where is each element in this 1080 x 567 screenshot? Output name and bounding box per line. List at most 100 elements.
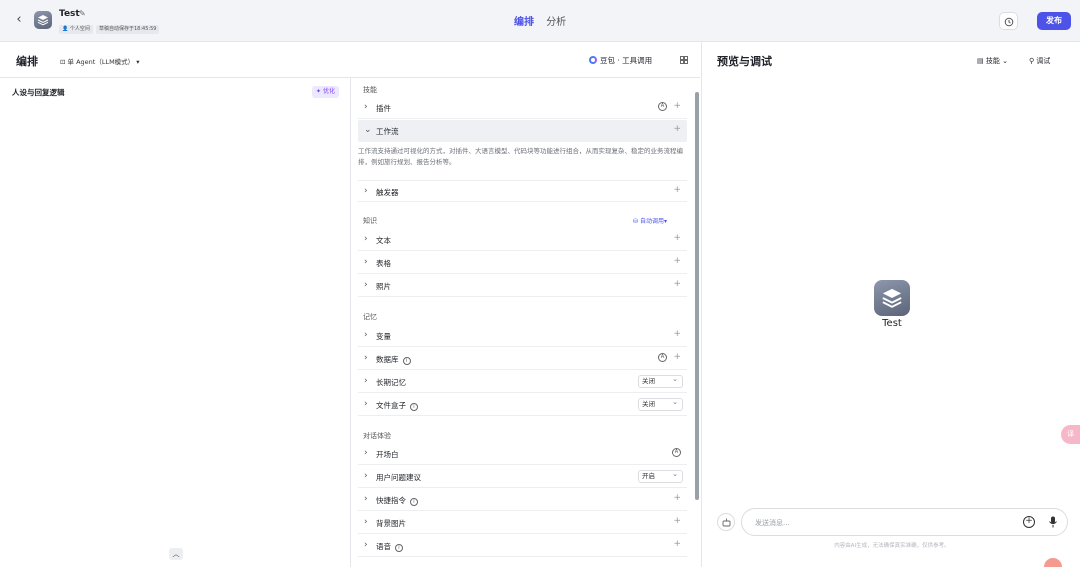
row-label: 快捷指令 i — [376, 495, 418, 506]
chevron-right-icon: › — [364, 330, 368, 340]
suggest-select[interactable]: 开启 — [638, 469, 683, 483]
row-long-memory[interactable]: › 长期记忆 关闭 — [358, 371, 687, 393]
chevron-down-icon: ⌄ — [364, 125, 372, 135]
tab-arrange[interactable]: 编排 — [514, 13, 534, 28]
file-box-select[interactable]: 关闭 — [638, 397, 683, 411]
history-button[interactable] — [999, 12, 1018, 30]
preview-panel: 预览与调试 ▤ 技能 ⌄ ⚲ 调试 Test 发送消息... + 内容由AI生成… — [701, 42, 1080, 567]
preview-header: 预览与调试 ▤ 技能 ⌄ ⚲ 调试 — [702, 42, 1080, 78]
agent-mode-select[interactable]: ⊡ 单 Agent（LLM模式） ▾ — [60, 56, 140, 66]
add-attachment-icon[interactable]: + — [1023, 516, 1035, 528]
chevron-right-icon: › — [364, 517, 368, 527]
preview-skills-button[interactable]: ▤ 技能 ⌄ — [977, 56, 1008, 66]
row-label: 长期记忆 — [376, 378, 406, 387]
row-opening[interactable]: › 开场白 A — [358, 443, 687, 465]
preview-title: 预览与调试 — [717, 55, 772, 68]
auto-icon[interactable]: A — [658, 353, 667, 362]
translate-button[interactable]: 译 — [1061, 425, 1080, 444]
row-workflow[interactable]: ⌄ 工作流 + — [358, 120, 687, 142]
row-label-text: 数据库 — [376, 355, 399, 364]
bot-name: Test — [882, 318, 902, 329]
row-label: 背景图片 — [376, 519, 406, 528]
row-table[interactable]: › 表格 + — [358, 252, 687, 274]
ai-disclaimer: 内容由AI生成，无法确保真实准确，仅供参考。 — [834, 543, 950, 549]
section-dialog: 对话体验 — [363, 432, 391, 440]
row-background[interactable]: › 背景图片 + — [358, 512, 687, 534]
chevron-right-icon: › — [364, 353, 368, 363]
edit-icon[interactable]: ✎ — [79, 9, 86, 18]
row-shortcut[interactable]: › 快捷指令 i + — [358, 489, 687, 511]
add-icon[interactable]: + — [673, 185, 681, 195]
top-tabs: 编排 分析 — [514, 13, 575, 28]
row-label: 变量 — [376, 332, 391, 341]
preview-debug-label: 调试 — [1036, 57, 1051, 65]
row-suggest[interactable]: › 用户问题建议 开启 — [358, 466, 687, 488]
row-label-text: 文件盒子 — [376, 401, 406, 410]
add-icon[interactable]: + — [673, 233, 681, 243]
workflow-description: 工作流支持通过可视化的方式，对插件、大语言模型、代码块等功能进行组合，从而实现复… — [358, 147, 683, 166]
row-photo[interactable]: › 照片 + — [358, 275, 687, 297]
preview-debug-button[interactable]: ⚲ 调试 — [1029, 56, 1050, 66]
chevron-right-icon: › — [364, 102, 368, 112]
auto-icon[interactable]: A — [658, 102, 667, 111]
auto-call-select[interactable]: ⛁ 自动调用▾ — [633, 216, 667, 225]
optimize-label: 优化 — [322, 88, 335, 95]
add-icon[interactable]: + — [673, 256, 681, 266]
row-voice[interactable]: › 语音 i + — [358, 535, 687, 557]
row-label: 数据库 i — [376, 354, 411, 365]
long-memory-select[interactable]: 关闭 — [638, 374, 683, 388]
publish-button[interactable]: 发布 — [1037, 12, 1071, 30]
add-icon[interactable]: + — [673, 352, 681, 362]
workspace-tag: 👤 个人空间 — [59, 25, 93, 34]
add-icon[interactable]: + — [673, 101, 681, 111]
chevron-right-icon: › — [364, 234, 368, 244]
info-icon[interactable]: i — [395, 544, 403, 552]
tab-analysis[interactable]: 分析 — [546, 13, 566, 28]
row-file-box[interactable]: › 文件盒子 i 关闭 — [358, 394, 687, 416]
row-database[interactable]: › 数据库 i A + — [358, 348, 687, 370]
add-icon[interactable]: + — [673, 124, 681, 134]
add-icon[interactable]: + — [673, 329, 681, 339]
add-icon[interactable]: + — [673, 493, 681, 503]
skills-panel: 技能 › 插件 A + ⌄ 工作流 + 工作流支持通过可视化的方式，对插件、大语… — [352, 78, 696, 567]
model-select[interactable]: 豆包 · 工具调用 — [589, 55, 652, 66]
section-memory: 记忆 — [363, 313, 377, 321]
chevron-right-icon: › — [364, 399, 368, 409]
layout-grid-icon[interactable] — [680, 56, 688, 64]
chevron-left-icon[interactable]: ‹ — [12, 13, 26, 27]
app-avatar — [34, 11, 52, 29]
chevron-right-icon: › — [364, 376, 368, 386]
row-label-text: 语音 — [376, 542, 391, 551]
chevron-right-icon: › — [364, 494, 368, 504]
chevron-right-icon: › — [364, 280, 368, 290]
chat-input[interactable]: 发送消息... + — [741, 508, 1068, 536]
optimize-button[interactable]: ✦ 优化 — [312, 86, 339, 98]
row-plugin[interactable]: › 插件 A + — [358, 97, 687, 119]
row-text[interactable]: › 文本 + — [358, 229, 687, 251]
row-label: 照片 — [376, 282, 391, 291]
bot-avatar — [874, 280, 910, 316]
chevron-right-icon: › — [364, 448, 368, 458]
section-knowledge: 知识 — [363, 217, 377, 225]
clear-chat-button[interactable] — [717, 513, 735, 531]
info-icon[interactable]: i — [410, 403, 418, 411]
row-label: 触发器 — [376, 188, 399, 197]
add-icon[interactable]: + — [673, 516, 681, 526]
prompt-panel: 人设与回复逻辑 ✦ 优化 ︿ — [0, 78, 351, 567]
chat-input-placeholder: 发送消息... — [755, 519, 790, 527]
auto-icon[interactable]: A — [672, 448, 681, 457]
skills-scrollbar[interactable] — [695, 92, 699, 500]
microphone-icon[interactable] — [1048, 516, 1058, 528]
add-icon[interactable]: + — [673, 539, 681, 549]
chevron-up-icon[interactable]: ︿ — [169, 548, 183, 560]
info-icon[interactable]: i — [410, 498, 418, 506]
row-variable[interactable]: › 变量 + — [358, 325, 687, 347]
row-trigger[interactable]: › 触发器 + — [358, 180, 687, 202]
row-label: 工作流 — [376, 127, 399, 136]
history-icon — [1004, 17, 1014, 27]
prompt-title: 人设与回复逻辑 — [12, 88, 65, 97]
row-label: 开场白 — [376, 450, 399, 459]
add-icon[interactable]: + — [673, 279, 681, 289]
top-bar: ‹ Test ✎ 👤 个人空间 草稿自动保存于18:45:59 编排 分析 发布 — [0, 0, 1080, 42]
info-icon[interactable]: i — [402, 357, 411, 365]
